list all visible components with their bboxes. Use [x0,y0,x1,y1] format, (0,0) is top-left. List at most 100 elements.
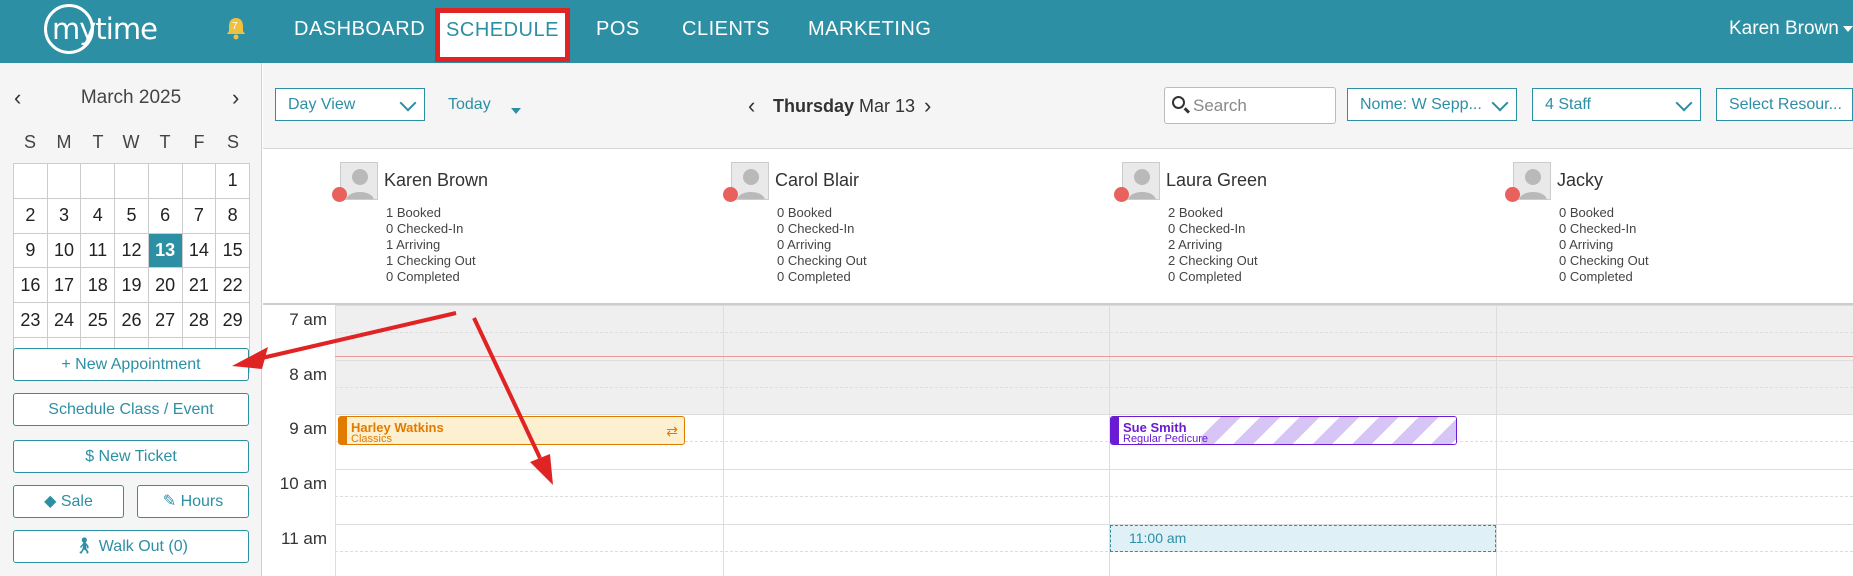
today-button[interactable]: Today [448,96,491,114]
staff-stat: 0 Checked-In [1168,221,1246,236]
calendar-day[interactable]: 11 [80,232,116,269]
calendar-day[interactable]: 5 [114,197,149,234]
nav-marketing[interactable]: MARKETING [808,18,931,41]
appointment-card[interactable]: Sue Smith Regular Pedicure [1110,416,1457,445]
calendar-day[interactable]: 16 [13,267,48,304]
new-appointment-button[interactable]: + New Appointment [13,348,249,381]
walk-out-label: Walk Out (0) [98,538,188,555]
calendar-day[interactable]: 2 [13,197,48,234]
staff-name[interactable]: Karen Brown [384,170,488,191]
staff-name[interactable]: Carol Blair [775,170,859,191]
staff-stat: 2 Booked [1168,205,1223,220]
calendar-day[interactable]: 7 [181,197,217,234]
calendar-day[interactable]: 13 [147,232,183,269]
calendar-day[interactable]: 26 [114,302,149,339]
staff-stat: 0 Checked-In [777,221,855,236]
service-filter-select[interactable]: Nome: W Sepp... [1347,88,1517,121]
sale-label: Sale [60,493,93,510]
weekday-label: T [159,132,171,152]
calendar-day[interactable]: 18 [80,267,116,304]
current-day: Thursday [773,96,855,116]
view-select[interactable]: Day View [275,88,425,121]
staff-column-divider [723,305,724,576]
resource-filter-select[interactable]: Select Resour... [1716,88,1853,121]
sale-button[interactable]: ◆ Sale [13,485,124,518]
staff-filter-select[interactable]: 4 Staff [1532,88,1701,121]
weekday-label: S [226,132,239,152]
staff-stat: 0 Completed [386,269,460,284]
calendar-day[interactable]: 3 [46,197,82,234]
time-label: 9 am [289,419,327,438]
staff-stat: 1 Checking Out [386,253,476,268]
hour-line [335,469,1853,470]
calendar-month-title: March 2025 [80,87,182,108]
calendar-day[interactable]: 20 [147,267,183,304]
calendar-day[interactable]: 21 [181,267,217,304]
app-logo[interactable]: mytime [52,12,158,46]
chevron-down-icon[interactable] [1843,26,1853,32]
calendar-day[interactable]: 28 [181,302,217,339]
next-day-icon[interactable]: › [924,93,931,119]
calendar-day[interactable]: 17 [46,267,82,304]
weekday-label: W [122,132,140,152]
calendar-day[interactable]: 10 [46,232,82,269]
previous-day-icon[interactable]: ‹ [748,93,755,119]
chevron-down-icon [399,94,417,112]
chevron-down-icon[interactable] [511,108,521,114]
chevron-down-icon [1675,94,1693,112]
staff-name[interactable]: Jacky [1557,170,1603,191]
nav-clients[interactable]: CLIENTS [682,18,770,41]
walk-out-button[interactable]: 🚶︎ Walk Out (0) [13,530,249,563]
calendar-day[interactable]: 9 [13,232,48,269]
status-dot [723,187,738,202]
chevron-down-icon [1491,94,1509,112]
current-time-line [335,356,1853,357]
top-nav-bar: mytime 7 DASHBOARD SCHEDULE POS CLIENTS … [0,0,1853,63]
calendar-day[interactable]: 23 [13,302,48,339]
half-hour-line [335,551,1853,552]
chevron-right-icon[interactable]: › [232,85,239,111]
user-menu[interactable]: Karen Brown [1729,18,1839,40]
calendar-day[interactable]: 24 [46,302,82,339]
calendar-day[interactable]: 14 [181,232,217,269]
calendar-day[interactable]: 25 [80,302,116,339]
nav-pos[interactable]: POS [596,18,640,41]
staff-stat: 0 Completed [777,269,851,284]
search-box[interactable] [1164,87,1336,124]
open-time-slot[interactable]: 11:00 am [1110,525,1496,552]
calendar-day[interactable]: 4 [80,197,116,234]
calendar-day[interactable]: 8 [215,197,250,234]
service-filter-value: Nome: W Sepp... [1360,96,1482,113]
schedule-class-button[interactable]: Schedule Class / Event [13,393,249,426]
pencil-icon: ✎ [162,493,177,510]
staff-stat: 0 Arriving [777,237,832,252]
resource-filter-value: Select Resour... [1729,96,1842,113]
search-input[interactable] [1193,94,1331,118]
calendar-day[interactable]: 19 [114,267,149,304]
calendar-day[interactable]: 29 [215,302,250,339]
current-day-date: Mar 13 [859,96,916,116]
calendar-day[interactable]: 22 [215,267,250,304]
nav-schedule[interactable]: SCHEDULE [435,8,570,62]
nav-dashboard[interactable]: DASHBOARD [294,18,425,41]
appointment-service: Classics [351,433,392,445]
calendar-day[interactable]: 1 [215,163,250,199]
hour-line [335,360,1853,361]
calendar-empty-cell [147,163,183,199]
calendar-day[interactable]: 6 [147,197,183,234]
time-label: 10 am [279,474,327,493]
view-select-value: Day View [288,96,356,113]
staff-stat: 2 Checking Out [1168,253,1258,268]
current-date: Thursday Mar 13 [773,96,915,117]
walk-icon: 🚶︎ [74,538,95,555]
appointment-card[interactable]: Harley Watkins Classics ⇄ [338,416,685,445]
new-ticket-button[interactable]: $ New Ticket [13,440,249,473]
staff-stat: 0 Completed [1168,269,1242,284]
calendar-day[interactable]: 12 [114,232,149,269]
calendar-day[interactable]: 27 [147,302,183,339]
half-hour-line [335,387,1853,388]
staff-name[interactable]: Laura Green [1166,170,1267,191]
calendar-day[interactable]: 15 [215,232,250,269]
hours-button[interactable]: ✎ Hours [137,485,249,518]
mini-calendar-header: ‹ March 2025 › [0,85,262,111]
